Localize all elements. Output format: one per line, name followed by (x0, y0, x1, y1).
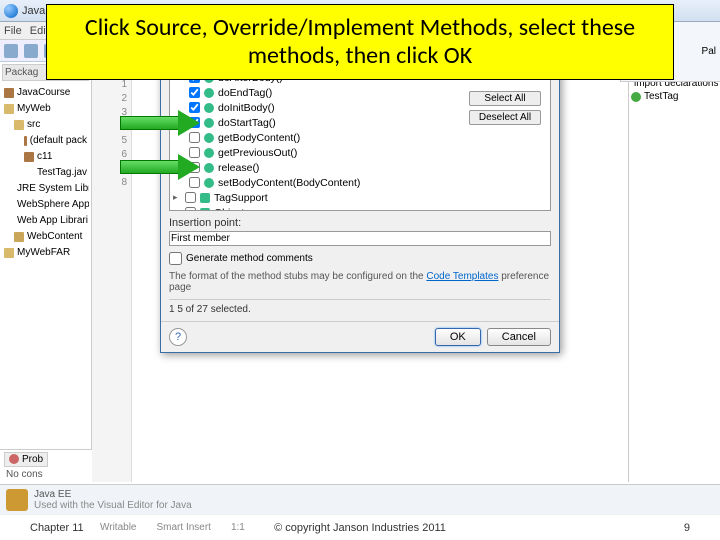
selection-count: 1 5 of 27 selected. (169, 299, 551, 315)
toolbar-icon[interactable] (4, 44, 18, 58)
problems-icon (9, 454, 19, 464)
line-number: 2 (92, 92, 131, 106)
ok-button[interactable]: OK (435, 328, 481, 346)
instruction-banner: Click Source, Override/Implement Methods… (46, 4, 674, 80)
callout-arrow (120, 156, 204, 178)
app-icon (4, 4, 18, 18)
toolbar-pal[interactable]: Pal (702, 46, 716, 57)
tree-method-row[interactable]: getBodyContent() (173, 130, 547, 145)
callout-arrow (120, 112, 204, 134)
tree-item[interactable]: (default pack (22, 133, 89, 149)
tree-item[interactable]: c11 (22, 149, 89, 165)
plugin-title: Java EE (34, 489, 192, 500)
tree-item[interactable]: MyWebFAR (2, 245, 89, 261)
generate-comments-label: Generate method comments (186, 253, 313, 264)
tree-class-row[interactable]: ▸TagSupport (173, 190, 547, 205)
status-pos: 1:1 (231, 522, 245, 533)
line-number: 8 (92, 176, 131, 190)
chapter-label: Chapter 11 (30, 522, 84, 534)
line-number: 5 (92, 134, 131, 148)
class-checkbox[interactable] (185, 207, 196, 211)
line-number: 1 (92, 78, 131, 92)
class-checkbox[interactable] (185, 192, 196, 203)
method-checkbox[interactable] (189, 87, 200, 98)
code-templates-link[interactable]: Code Templates (426, 271, 498, 282)
class-icon (200, 208, 210, 212)
folder-icon (4, 104, 14, 114)
status-insert: Smart Insert (157, 522, 211, 533)
toolbar-icon[interactable] (24, 44, 38, 58)
tree-method-row[interactable]: getPreviousOut() (173, 145, 547, 160)
tree-method-row[interactable]: setBodyContent(BodyContent) (173, 175, 547, 190)
method-icon (204, 133, 214, 143)
outline-item[interactable]: TestTag (631, 90, 718, 103)
method-icon (204, 163, 214, 173)
cancel-button[interactable]: Cancel (487, 328, 551, 346)
expand-icon[interactable]: ▸ (173, 207, 181, 211)
tree-item[interactable]: WebContent (12, 229, 89, 245)
stub-message: The format of the method stubs may be co… (169, 271, 551, 293)
package-icon (24, 152, 34, 162)
method-icon (204, 178, 214, 188)
tree-method-row[interactable]: release() (173, 160, 547, 175)
slide-footer: Chapter 11 Writable Smart Insert 1:1 © c… (0, 514, 720, 540)
tree-item[interactable]: WebSphere Appl (12, 197, 89, 213)
tree-item[interactable]: src (12, 117, 89, 133)
deselect-all-button[interactable]: Deselect All (469, 110, 541, 125)
method-icon (204, 103, 214, 113)
tree-item[interactable]: Web App Librari (12, 213, 89, 229)
method-icon (204, 118, 214, 128)
insertion-label: Insertion point: (169, 217, 551, 229)
problems-view: Prob No cons (0, 449, 92, 485)
status-addon-row: Java EE Used with the Visual Editor for … (0, 484, 720, 514)
plugin-desc: Used with the Visual Editor for Java (34, 500, 192, 511)
select-all-button[interactable]: Select All (469, 91, 541, 106)
tree-item[interactable]: MyWeb (2, 101, 89, 117)
menu-file[interactable]: File (4, 25, 22, 37)
package-explorer: Packag JavaCourse MyWeb src (default pac… (0, 62, 92, 482)
class-icon (200, 193, 210, 203)
tree-class-row[interactable]: ▸Object (173, 205, 547, 211)
method-icon (204, 88, 214, 98)
status-writable: Writable (100, 522, 137, 533)
outline-view: c11 import declarations TestTag (628, 62, 720, 482)
package-icon (24, 136, 27, 146)
plugin-icon (6, 489, 28, 511)
class-icon (631, 92, 641, 102)
expand-icon[interactable]: ▸ (173, 192, 181, 203)
tree-item[interactable]: TestTag.jav (32, 165, 89, 181)
folder-icon (4, 248, 14, 258)
insertion-point-select[interactable] (169, 231, 551, 246)
copyright: © copyright Janson Industries 2011 (274, 522, 446, 534)
folder-icon (14, 120, 24, 130)
window-title: Java (22, 5, 45, 17)
generate-comments-checkbox[interactable] (169, 252, 182, 265)
method-icon (204, 148, 214, 158)
problems-message: No cons (4, 467, 88, 482)
tree-item[interactable]: JRE System Libra (12, 181, 89, 197)
page-number: 9 (684, 522, 690, 534)
folder-icon (14, 232, 24, 242)
tree-item[interactable]: JavaCourse (2, 85, 89, 101)
help-button[interactable]: ? (169, 328, 187, 346)
problems-tab[interactable]: Prob (4, 452, 48, 467)
package-icon (4, 88, 14, 98)
